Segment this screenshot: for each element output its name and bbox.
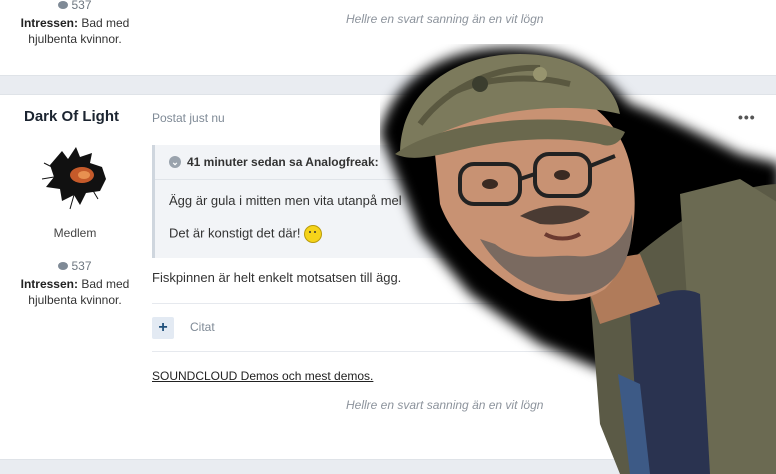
smiley-icon	[304, 225, 323, 243]
signature: Hellre en svart sanning än en vit lögn	[346, 12, 544, 26]
comment-count: 537	[20, 259, 130, 273]
author-rank: Medlem	[53, 226, 97, 240]
quote-line-2: Det är konstigt det där!	[169, 225, 323, 243]
add-quote-button[interactable]: +	[152, 317, 174, 339]
avatar[interactable]	[40, 143, 112, 213]
quote-line: Ägg är gula i mitten men vita utanpå mel	[169, 193, 402, 208]
comment-count: 537	[20, 0, 130, 12]
quote-button-label[interactable]: Citat	[190, 320, 215, 334]
signature-link[interactable]: SOUNDCLOUD Demos och mest demos.	[152, 369, 373, 383]
speech-bubble-icon	[58, 262, 69, 270]
post-content: Fiskpinnen är helt enkelt motsatsen till…	[152, 270, 402, 285]
post-date[interactable]: Postat just nu	[152, 111, 225, 125]
interests-label: Intressen:	[20, 16, 78, 30]
comment-count-value: 537	[71, 259, 92, 273]
chevron-down-icon[interactable]: ⌄	[169, 156, 181, 168]
quote-header[interactable]: ⌄ 41 minuter sedan sa Analogfreak:	[169, 155, 379, 169]
man-photo-overlay	[380, 47, 776, 474]
quote-line-2-text: Det är konstigt det där!	[169, 225, 301, 241]
author-interests: Intressen: Bad med hjulbenta kvinnor.	[10, 276, 140, 308]
speech-bubble-icon	[58, 1, 69, 9]
author-name[interactable]: Dark Of Light	[24, 108, 119, 125]
interests-label: Intressen:	[20, 277, 78, 291]
author-interests: Intressen: Bad med hjulbenta kvinnor.	[10, 15, 140, 47]
quote-header-text: 41 minuter sedan sa Analogfreak:	[187, 155, 379, 169]
